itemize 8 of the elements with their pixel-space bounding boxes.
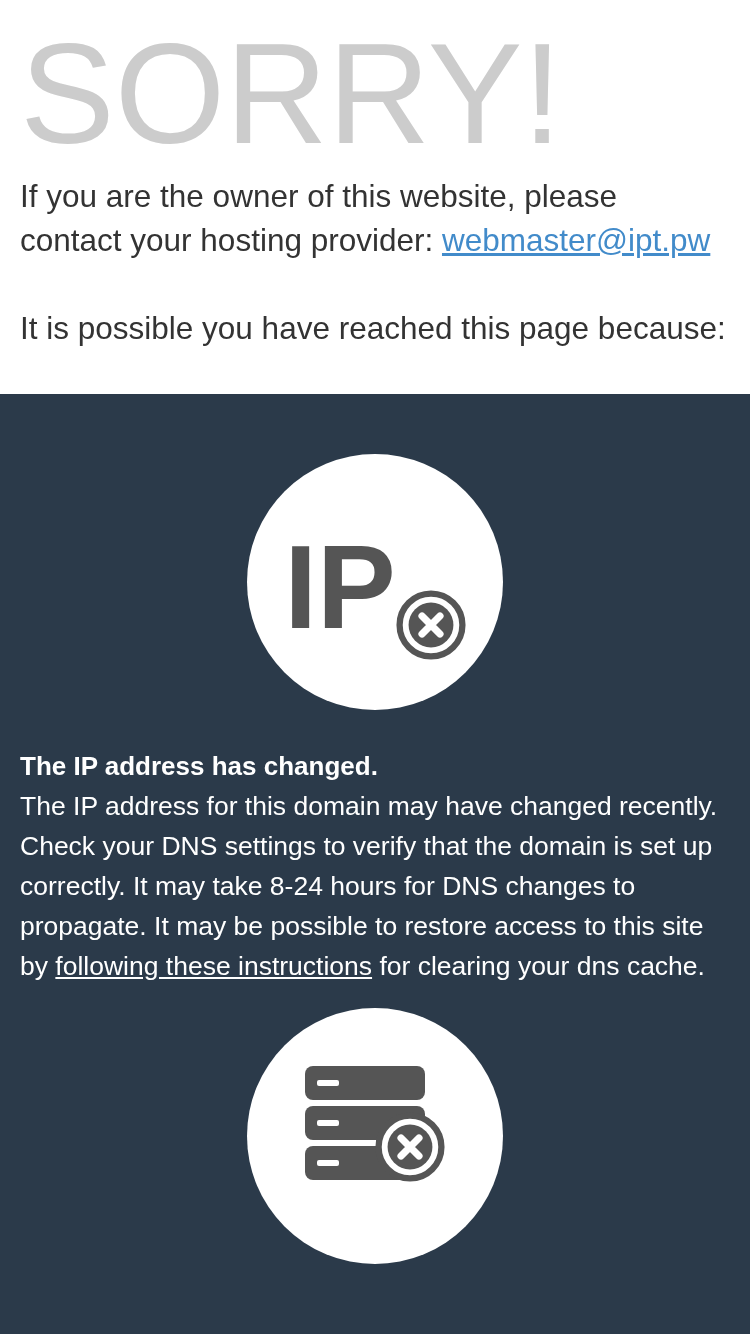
owner-note: If you are the owner of this website, please contact your hosting provider: webmaster@ipt.pw [20,177,712,260]
close-circle-icon [395,590,466,661]
ip-icon: IP [284,539,396,635]
intro-text: It is possible you have reached this page because: [20,309,726,348]
instructions-link[interactable]: following these instructions [55,951,373,981]
reason-heading: The IP address has changed. [20,750,378,783]
email-link[interactable]: webmaster@ipt.pw [442,222,711,258]
reason-text: The IP address for this domain may have changed recently. Check your DNS settings to verify that the domain is set up correctly. It may take 8-24 hours for DNS changes to propagate. It may be possible to restore access to this site by following these instructions for clearing your dns cache. [20,790,719,983]
